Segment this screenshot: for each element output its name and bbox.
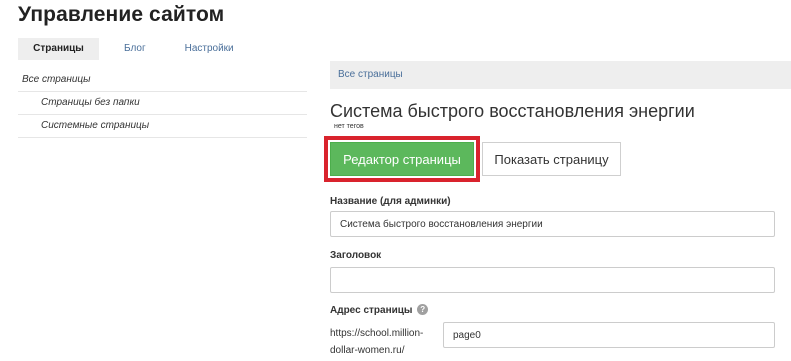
action-buttons: Редактор страницы Показать страницу (324, 136, 621, 182)
tab-bar: Страницы Блог Настройки (18, 38, 234, 60)
sidebar-item-system[interactable]: Системные страницы (18, 115, 307, 138)
content-title: Система быстрого восстановления энергии (330, 101, 695, 121)
sidebar-item-all-pages[interactable]: Все страницы (18, 69, 307, 92)
highlight-frame: Редактор страницы (324, 136, 480, 182)
address-label-row: Адрес страницы ? (330, 304, 429, 316)
tab-blog[interactable]: Блог (124, 38, 146, 60)
address-prefix: https://school.million-dollar-women.ru/ (330, 328, 424, 356)
breadcrumb-all-pages-link[interactable]: Все страницы (338, 69, 403, 80)
tab-pages[interactable]: Страницы (18, 38, 99, 60)
heading-field[interactable] (330, 267, 775, 293)
tags-text: нет тегов (334, 123, 364, 130)
breadcrumb: Все страницы (330, 61, 791, 89)
help-icon[interactable]: ? (417, 304, 429, 315)
name-field[interactable] (330, 211, 775, 237)
page-title: Управление сайтом (18, 3, 225, 26)
sidebar-item-no-folder[interactable]: Страницы без папки (18, 92, 307, 115)
address-label: Адрес страницы (330, 305, 413, 316)
page-editor-button[interactable]: Редактор страницы (330, 142, 474, 176)
name-label: Название (для админки) (330, 196, 451, 207)
tab-settings[interactable]: Настройки (185, 38, 234, 60)
sidebar: Все страницы Страницы без папки Системны… (18, 69, 307, 138)
heading-label: Заголовок (330, 250, 382, 261)
show-page-button[interactable]: Показать страницу (482, 142, 621, 176)
address-slug-field[interactable] (443, 322, 775, 348)
